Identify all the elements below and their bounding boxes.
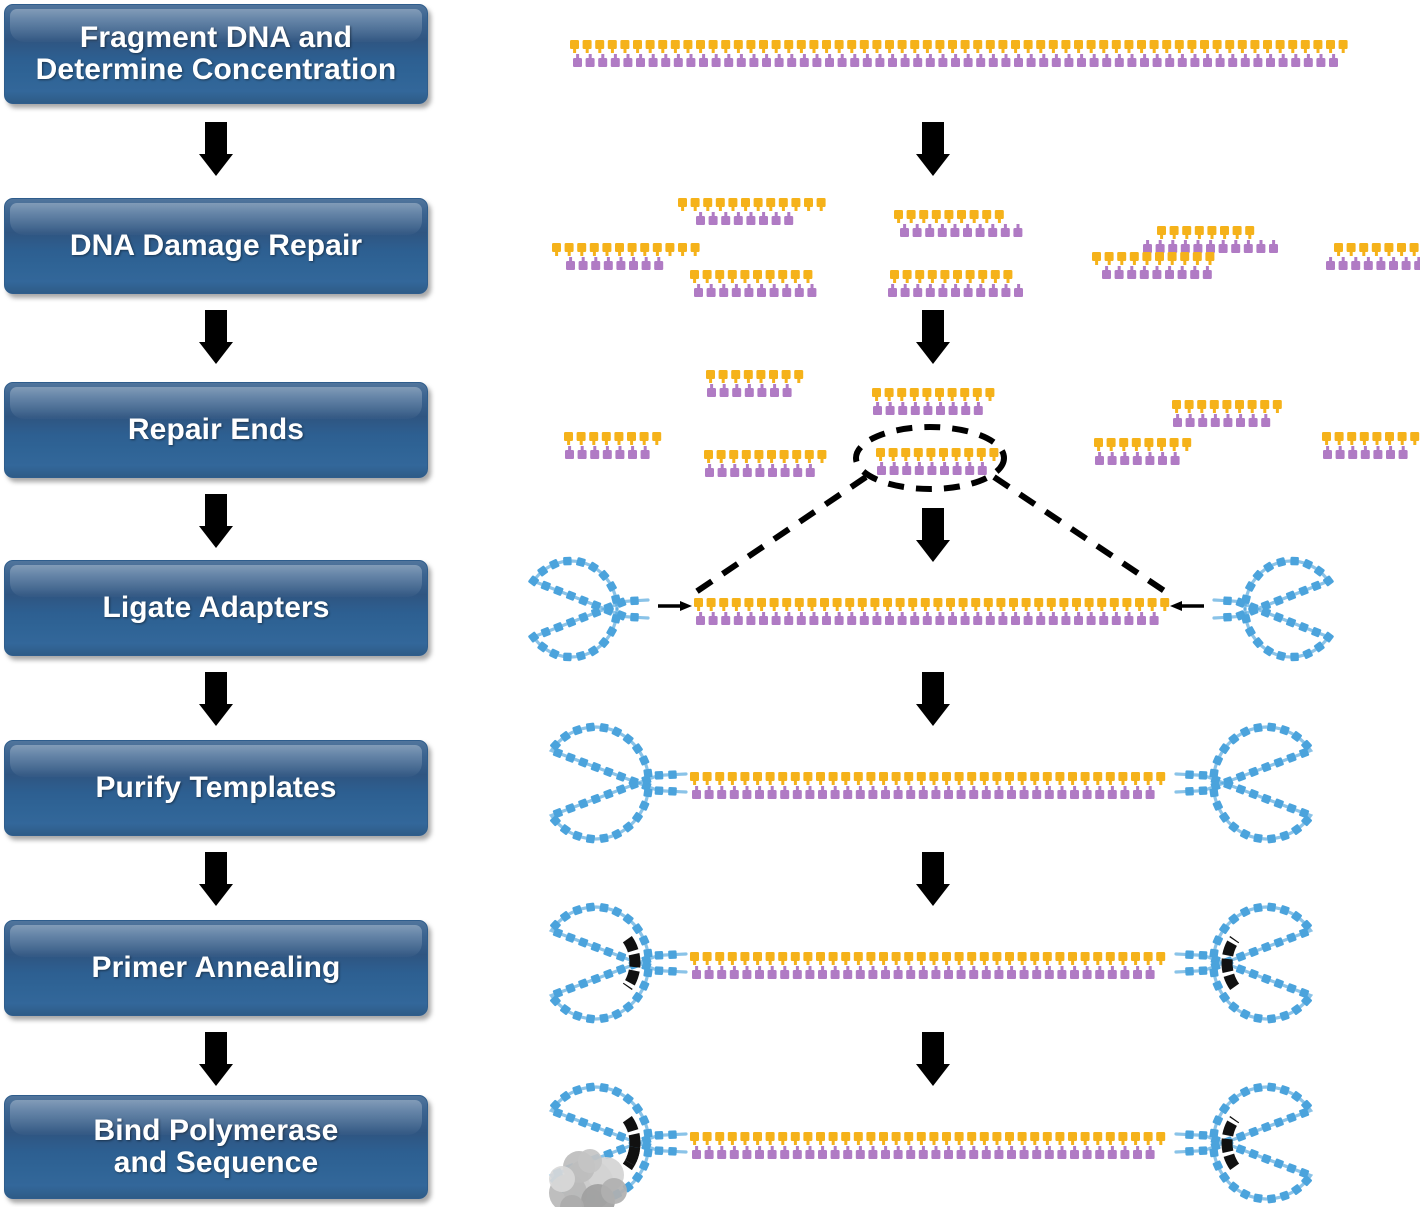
left-arrow-icon: [1170, 601, 1204, 611]
callout-line-right: [992, 474, 1174, 599]
illustration-blunt-fragments: [564, 370, 1420, 477]
right-arrow-icon: [658, 601, 692, 611]
callout-line-left: [688, 474, 868, 599]
diagram-canvas: Fragment DNA and Determine Concentration…: [0, 0, 1420, 1207]
illustration-sheared-fragments: [552, 198, 1420, 297]
illustration-adapter-ligation: [527, 556, 1335, 662]
illustration-intact-dna: [570, 40, 1348, 67]
illustration-primer-annealed: [548, 902, 1314, 1024]
dna-illustrations: [527, 40, 1420, 1207]
illustration-polymerase-bound: [548, 1082, 1314, 1207]
illustration-smrtbell-template: [548, 722, 1314, 844]
